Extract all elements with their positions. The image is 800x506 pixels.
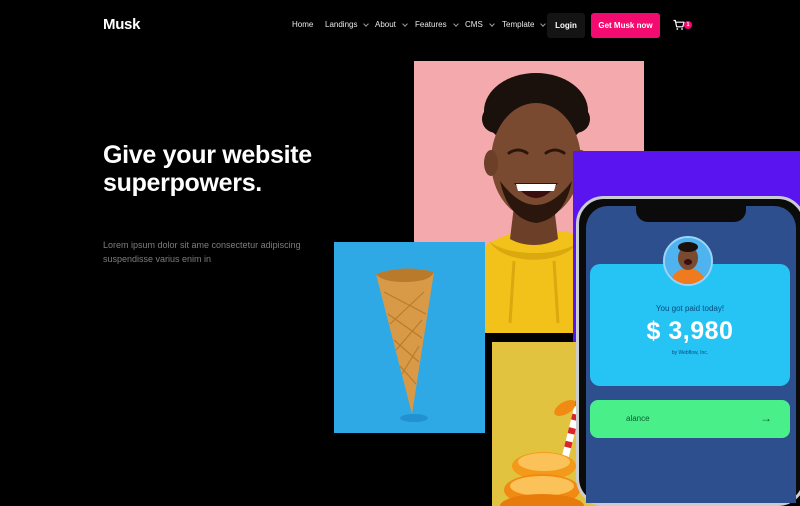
balance-label: alance bbox=[626, 414, 650, 423]
nav-item-label: Home bbox=[292, 20, 314, 29]
chevron-down-icon bbox=[452, 20, 459, 27]
chevron-down-icon bbox=[540, 20, 547, 27]
chevron-down-icon bbox=[488, 20, 495, 27]
nav-item-home[interactable]: Home bbox=[292, 20, 313, 29]
nav-item-label: CMS bbox=[465, 20, 483, 29]
login-button[interactable]: Login bbox=[547, 13, 585, 38]
payment-source: by Webflow, Inc. bbox=[671, 350, 709, 356]
nav-item-features[interactable]: Features bbox=[415, 20, 459, 29]
paid-text: You got paid today! bbox=[655, 304, 725, 313]
nav-item-label: Features bbox=[415, 20, 447, 29]
phone-mockup: You got paid today! $ 3,980 by Webflow, … bbox=[576, 196, 800, 506]
chevron-down-icon bbox=[363, 20, 370, 27]
cart-count-badge: 1 bbox=[684, 21, 692, 29]
nav-item-template[interactable]: Template bbox=[502, 20, 547, 29]
hero-title: Give your website superpowers. bbox=[103, 141, 312, 197]
get-musk-button[interactable]: Get Musk now bbox=[591, 13, 660, 38]
brand-logo[interactable]: Musk bbox=[103, 16, 140, 33]
nav-item-about[interactable]: About bbox=[375, 20, 408, 29]
balance-button[interactable]: alance → bbox=[590, 400, 790, 438]
payment-amount: $ 3,980 bbox=[646, 317, 734, 345]
arrow-right-icon: → bbox=[760, 411, 772, 425]
hero-subtitle: Lorem ipsum dolor sit ame consectetur ad… bbox=[103, 240, 301, 264]
user-avatar bbox=[663, 236, 713, 286]
ice-cream-cone-image bbox=[334, 242, 485, 433]
nav-item-label: Landings bbox=[325, 20, 358, 29]
nav-item-landings[interactable]: Landings bbox=[325, 20, 370, 29]
nav-item-label: About bbox=[375, 20, 396, 29]
phone-notch bbox=[636, 206, 746, 222]
phone-screen: You got paid today! $ 3,980 by Webflow, … bbox=[586, 206, 796, 503]
nav-item-cms[interactable]: CMS bbox=[465, 20, 495, 29]
nav-item-label: Template bbox=[502, 20, 535, 29]
chevron-down-icon bbox=[402, 20, 408, 27]
